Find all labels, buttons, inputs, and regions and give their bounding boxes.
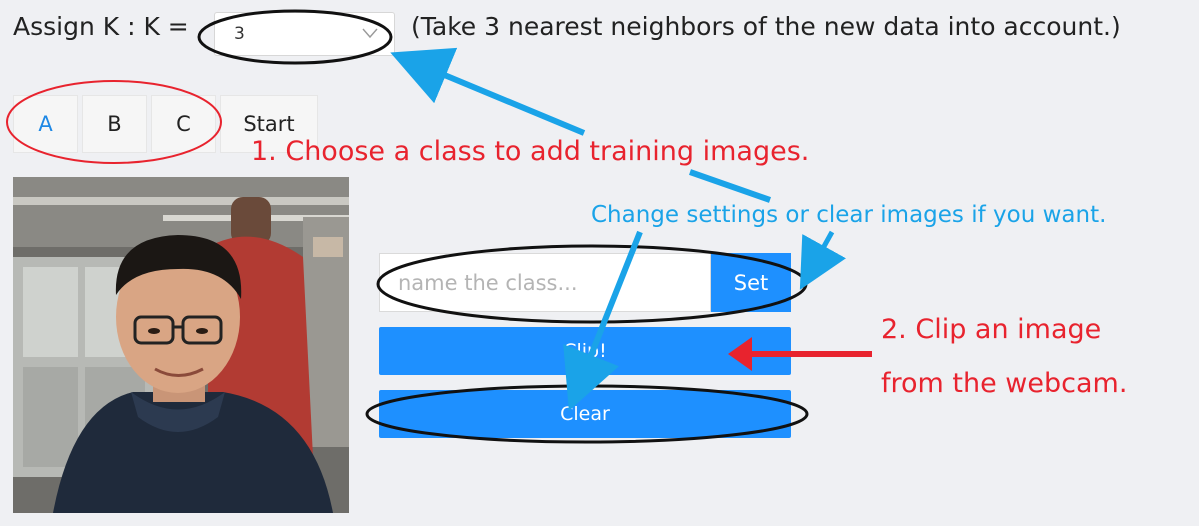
annotation-step2-line2: from the webcam. — [881, 368, 1128, 399]
class-tab-c[interactable]: C — [151, 95, 216, 153]
clear-button[interactable]: Clear — [379, 390, 791, 438]
arrow-settings-link — [689, 169, 771, 203]
annotation-step2-line1: 2. Clip an image — [881, 314, 1102, 345]
k-label: Assign K : K = — [13, 12, 189, 41]
set-button[interactable]: Set — [711, 253, 791, 312]
k-select-value: 3 — [234, 24, 245, 44]
class-tab-b[interactable]: B — [82, 95, 147, 153]
class-tab-a[interactable]: A — [13, 95, 78, 153]
arrow-to-k-select — [390, 47, 586, 136]
k-description: (Take 3 nearest neighbors of the new dat… — [411, 12, 1121, 41]
class-name-input[interactable] — [379, 253, 711, 312]
chevron-down-icon — [362, 24, 378, 43]
clip-button[interactable]: Clip! — [379, 327, 791, 375]
arrow-to-set — [799, 230, 846, 290]
webcam-preview — [13, 177, 349, 513]
k-select[interactable]: 3 — [214, 12, 395, 56]
annotation-settings: Change settings or clear images if you w… — [591, 202, 1107, 228]
annotation-step1: 1. Choose a class to add training images… — [251, 136, 810, 167]
